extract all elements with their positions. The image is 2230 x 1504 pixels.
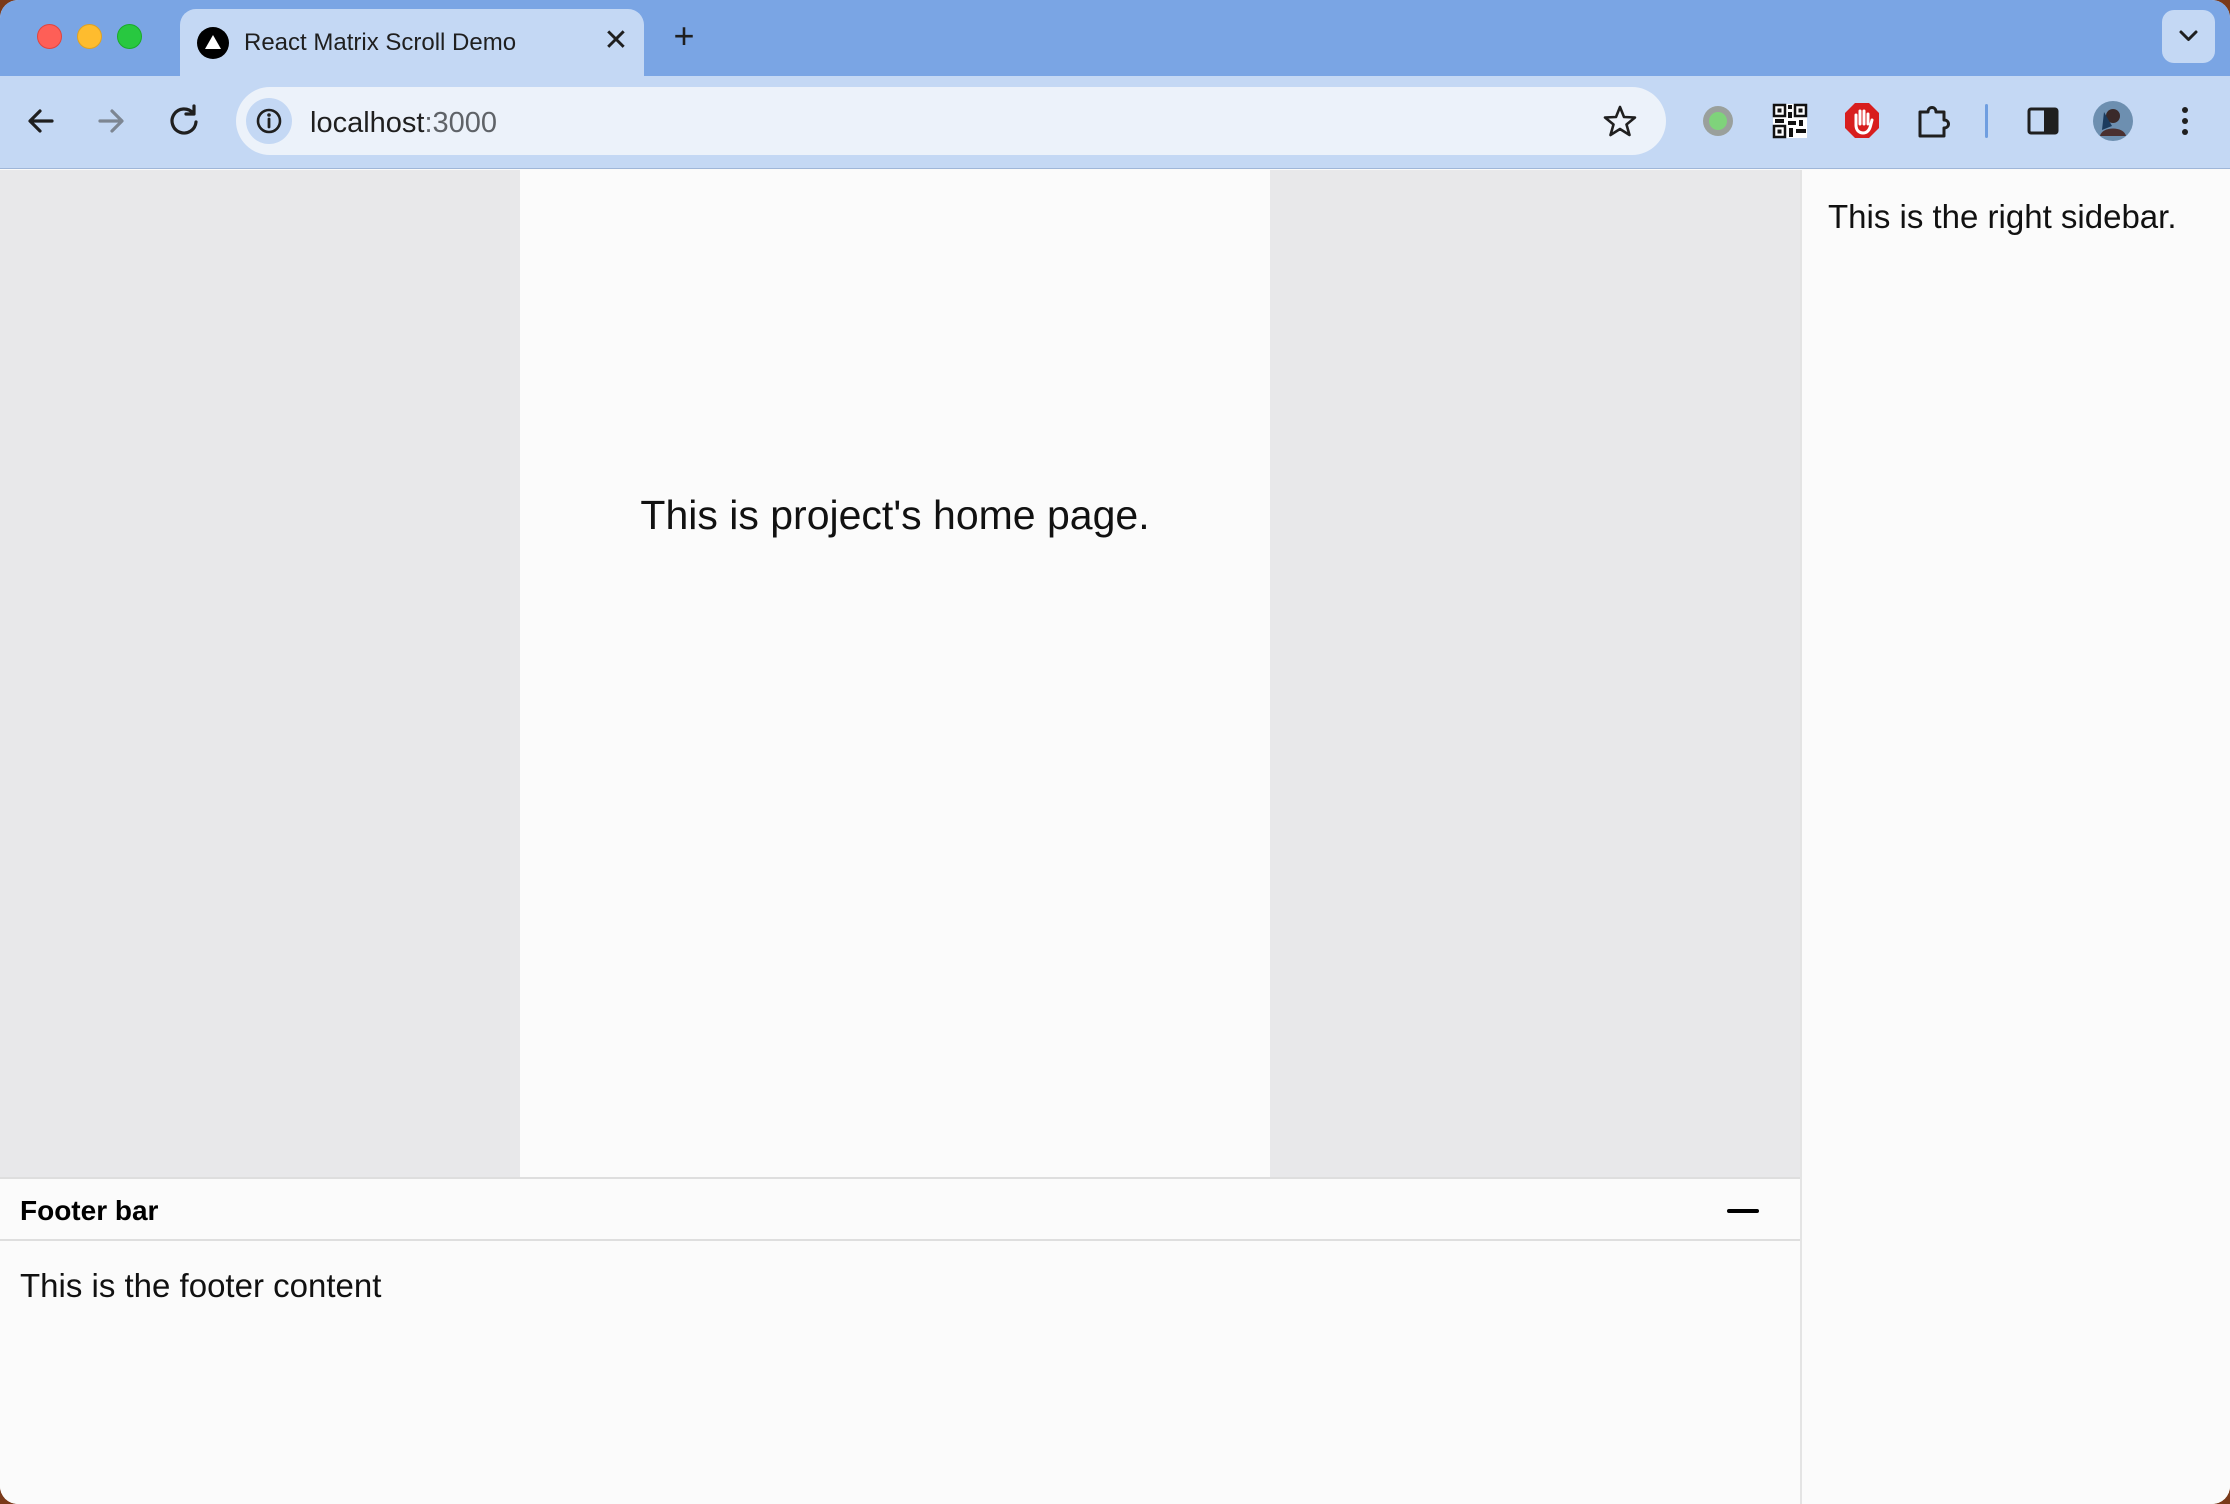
puzzle-extensions-icon	[1918, 106, 1950, 138]
address-bar[interactable]: localhost:3000	[236, 87, 1666, 155]
profile-avatar-icon	[2093, 101, 2133, 141]
tab-strip: React Matrix Scroll Demo ✕ +	[0, 0, 2230, 76]
site-info-button[interactable]	[246, 98, 292, 144]
footer-bar: Footer bar	[0, 1177, 1800, 1241]
extension-button-1[interactable]	[1695, 98, 1741, 144]
main-content: This is project's home page.	[520, 170, 1270, 1177]
right-sidebar: This is the right sidebar.	[1800, 170, 2230, 1504]
forward-arrow-icon	[98, 109, 124, 133]
back-button[interactable]	[18, 98, 64, 144]
footer-title: Footer bar	[20, 1195, 159, 1226]
tab-search-button[interactable]	[2162, 10, 2215, 63]
minimize-window-button[interactable]	[77, 24, 102, 49]
close-tab-icon[interactable]: ✕	[600, 25, 632, 57]
home-page-text: This is project's home page.	[640, 492, 1150, 538]
url-port: :3000	[424, 107, 498, 139]
bookmark-button[interactable]	[1598, 99, 1642, 143]
green-dot-extension-icon	[1703, 106, 1733, 136]
extension-button-2[interactable]	[1767, 98, 1813, 144]
active-tab[interactable]: React Matrix Scroll Demo ✕	[180, 9, 644, 76]
forward-button[interactable]	[88, 98, 134, 144]
browser-window: React Matrix Scroll Demo ✕ + localhost:3…	[0, 0, 2230, 1504]
browser-menu-button[interactable]	[2162, 98, 2208, 144]
url-host: localhost	[310, 107, 425, 139]
footer-content: This is the footer content	[0, 1241, 1800, 1504]
maximize-window-button[interactable]	[117, 24, 142, 49]
url-text[interactable]: localhost:3000	[310, 107, 497, 140]
footer-minimize-button[interactable]	[1725, 1197, 1761, 1225]
left-gutter	[0, 170, 520, 1177]
stop-hand-icon	[1845, 103, 1879, 138]
tab-title: React Matrix Scroll Demo	[244, 29, 517, 56]
new-tab-button[interactable]: +	[665, 17, 703, 55]
right-gutter	[1270, 170, 1800, 1177]
extension-button-3[interactable]	[1839, 98, 1885, 144]
toolbar-divider	[1985, 104, 1988, 138]
info-icon	[256, 108, 282, 134]
footer-text: This is the footer content	[20, 1267, 382, 1304]
browser-toolbar: localhost:3000	[0, 76, 2230, 169]
page-viewport: This is project's home page. This is the…	[0, 170, 2230, 1504]
close-window-button[interactable]	[37, 24, 62, 49]
back-arrow-icon	[28, 109, 54, 133]
star-icon	[1603, 105, 1637, 137]
triangle-logo-icon	[197, 27, 229, 59]
side-panel-icon	[2027, 107, 2059, 135]
qr-code-icon	[1772, 103, 1808, 139]
kebab-menu-icon	[2182, 107, 2188, 135]
side-panel-button[interactable]	[2020, 98, 2066, 144]
reload-button[interactable]	[161, 98, 207, 144]
chevron-down-icon	[2179, 30, 2198, 41]
reload-icon	[170, 104, 198, 135]
profile-button[interactable]	[2090, 98, 2136, 144]
extensions-button[interactable]	[1911, 98, 1957, 144]
sidebar-text: This is the right sidebar.	[1828, 198, 2177, 235]
